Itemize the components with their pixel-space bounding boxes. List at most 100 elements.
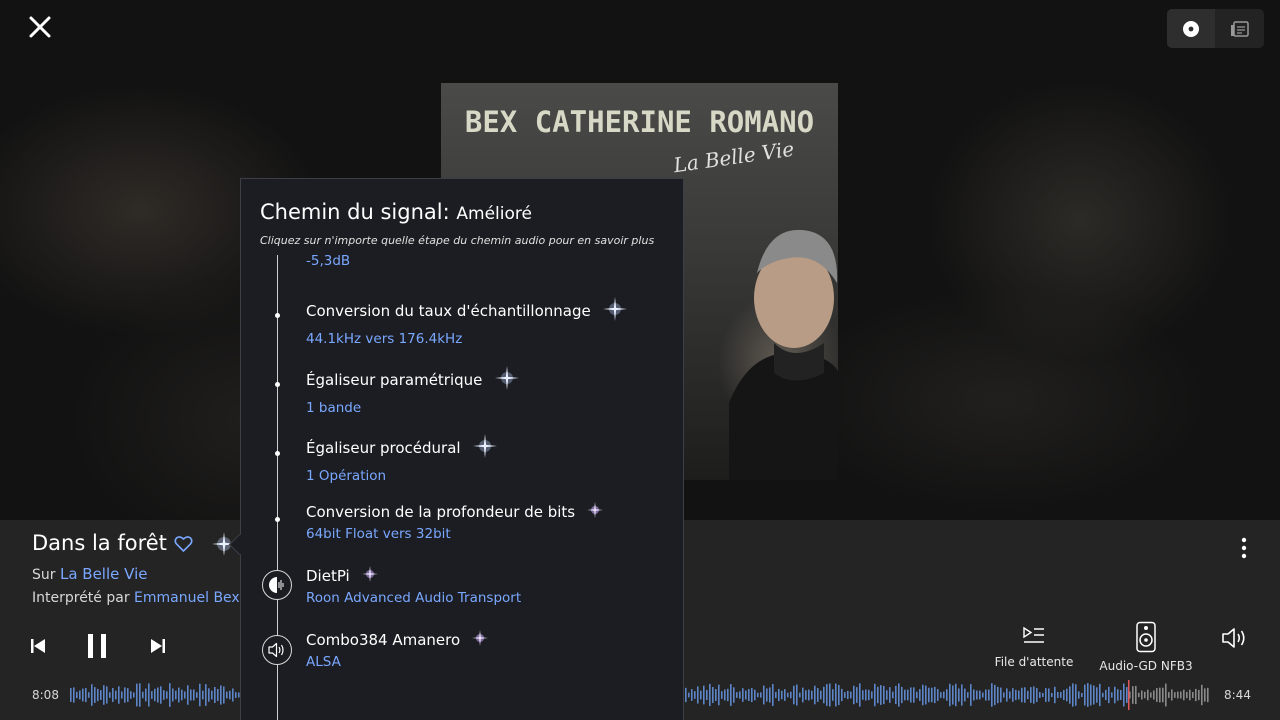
step-name: Combo384 Amanero bbox=[306, 631, 461, 649]
waveform-bar bbox=[1099, 683, 1101, 707]
track-title[interactable]: Dans la forêt bbox=[32, 531, 167, 555]
waveform-bar bbox=[106, 686, 108, 704]
waveform-bar bbox=[85, 687, 87, 703]
disc-view-button[interactable] bbox=[1167, 9, 1215, 48]
waveform-bar bbox=[835, 683, 837, 707]
waveform-bar bbox=[940, 692, 942, 698]
waveform-bar bbox=[982, 692, 984, 698]
path-step-combo384[interactable]: Combo384 Amanero ALSA bbox=[306, 629, 489, 670]
waveform-bar bbox=[1162, 687, 1164, 703]
waveform-bar bbox=[850, 691, 852, 699]
waveform-bar bbox=[904, 689, 906, 701]
waveform-bar bbox=[1096, 687, 1098, 703]
more-options-icon[interactable] bbox=[1234, 536, 1254, 564]
waveform-bar bbox=[778, 688, 780, 702]
performed-prefix: Interprété par bbox=[32, 590, 130, 606]
path-node-dot bbox=[275, 382, 280, 387]
waveform-bar bbox=[199, 683, 201, 707]
waveform-bar bbox=[1144, 691, 1146, 699]
waveform-bar bbox=[736, 692, 738, 698]
volume-step-detail[interactable]: -5,3dB bbox=[306, 253, 350, 269]
on-prefix: Sur bbox=[32, 567, 56, 583]
waveform-bar bbox=[157, 687, 159, 703]
waveform-bar bbox=[163, 690, 165, 700]
waveform-bar bbox=[865, 689, 867, 701]
waveform-bar bbox=[1012, 688, 1014, 702]
waveform-bar bbox=[730, 684, 732, 706]
waveform-bar bbox=[1093, 685, 1095, 705]
path-step-bit-depth[interactable]: Conversion de la profondeur de bits 64bi… bbox=[306, 501, 604, 542]
waveform-bar bbox=[73, 687, 75, 703]
zone-button[interactable]: Audio-GD NFB3 bbox=[1098, 621, 1194, 673]
album-cover-photo bbox=[729, 229, 838, 480]
heart-icon[interactable] bbox=[174, 535, 193, 557]
waveform-bar bbox=[1090, 684, 1092, 706]
waveform-bar bbox=[694, 691, 696, 699]
waveform-bar bbox=[1141, 690, 1143, 700]
waveform-bar bbox=[1033, 686, 1035, 704]
waveform-bar bbox=[775, 691, 777, 699]
waveform-bar bbox=[169, 683, 171, 707]
waveform-bar bbox=[985, 689, 987, 701]
waveform-bar bbox=[214, 686, 216, 704]
path-step-sample-rate[interactable]: Conversion du taux d'échantillonnage 44.… bbox=[306, 296, 628, 347]
waveform-bar bbox=[934, 686, 936, 704]
waveform-bar bbox=[949, 683, 951, 707]
waveform-bar bbox=[1204, 688, 1206, 702]
album-link[interactable]: La Belle Vie bbox=[60, 565, 148, 583]
next-track-icon[interactable] bbox=[150, 638, 166, 658]
enhanced-sparkle-icon bbox=[602, 296, 628, 326]
waveform-bar bbox=[763, 685, 765, 705]
waveform-bar bbox=[121, 691, 123, 699]
waveform-bar bbox=[1108, 686, 1110, 704]
waveform-bar bbox=[898, 683, 900, 707]
step-name: Conversion de la profondeur de bits bbox=[306, 503, 576, 521]
waveform-bar bbox=[112, 688, 114, 702]
waveform-bar bbox=[943, 691, 945, 699]
waveform-bar bbox=[814, 685, 816, 705]
waveform-bar bbox=[907, 689, 909, 701]
waveform-bar bbox=[1120, 690, 1122, 700]
waveform-bar bbox=[844, 692, 846, 698]
waveform-bar bbox=[724, 689, 726, 701]
waveform-bar bbox=[1039, 692, 1041, 698]
pause-icon[interactable] bbox=[86, 633, 108, 663]
info-view-button[interactable] bbox=[1215, 9, 1263, 48]
waveform-bar bbox=[226, 691, 228, 699]
signal-path-quality: Amélioré bbox=[456, 204, 532, 224]
waveform-bar bbox=[979, 690, 981, 700]
waveform-bar bbox=[211, 690, 213, 700]
path-step-dietpi[interactable]: DietPi Roon Advanced Audio Transport bbox=[306, 565, 521, 606]
waveform-bar bbox=[1171, 689, 1173, 701]
waveform-bar bbox=[742, 688, 744, 702]
waveform-bar bbox=[145, 688, 147, 702]
waveform-bar bbox=[886, 690, 888, 700]
waveform-bar bbox=[784, 689, 786, 701]
waveform-bar bbox=[82, 688, 84, 702]
path-step-procedural-eq[interactable]: Égaliseur procédural 1 Opération bbox=[306, 433, 498, 484]
waveform-bar bbox=[967, 692, 969, 698]
waveform-bar bbox=[715, 689, 717, 701]
waveform-bar bbox=[859, 683, 861, 707]
waveform-bar bbox=[1102, 692, 1104, 698]
waveform-bar bbox=[805, 690, 807, 700]
waveform-bar bbox=[142, 691, 144, 699]
waveform-bar bbox=[1135, 685, 1137, 705]
waveform-bar bbox=[952, 685, 954, 705]
tablet-icon bbox=[1231, 20, 1249, 37]
waveform-bar bbox=[1180, 691, 1182, 699]
waveform-bar bbox=[913, 687, 915, 703]
step-detail: Roon Advanced Audio Transport bbox=[306, 590, 522, 606]
previous-track-icon[interactable] bbox=[30, 638, 46, 658]
waveform-bar bbox=[1021, 687, 1023, 703]
path-step-parametric-eq[interactable]: Égaliseur paramétrique 1 bande bbox=[306, 365, 520, 416]
waveform-bar bbox=[961, 684, 963, 706]
signal-path-title: Chemin du signal: Amélioré bbox=[260, 200, 532, 224]
album-line: Sur La Belle Vie bbox=[32, 565, 147, 583]
waveform-bar bbox=[1132, 686, 1134, 704]
volume-icon[interactable] bbox=[1221, 626, 1249, 654]
performer-link[interactable]: Emmanuel Bex, bbox=[134, 590, 244, 606]
queue-button[interactable]: File d'attente bbox=[994, 625, 1074, 669]
close-icon[interactable] bbox=[28, 15, 52, 39]
waveform-bar bbox=[232, 688, 234, 702]
